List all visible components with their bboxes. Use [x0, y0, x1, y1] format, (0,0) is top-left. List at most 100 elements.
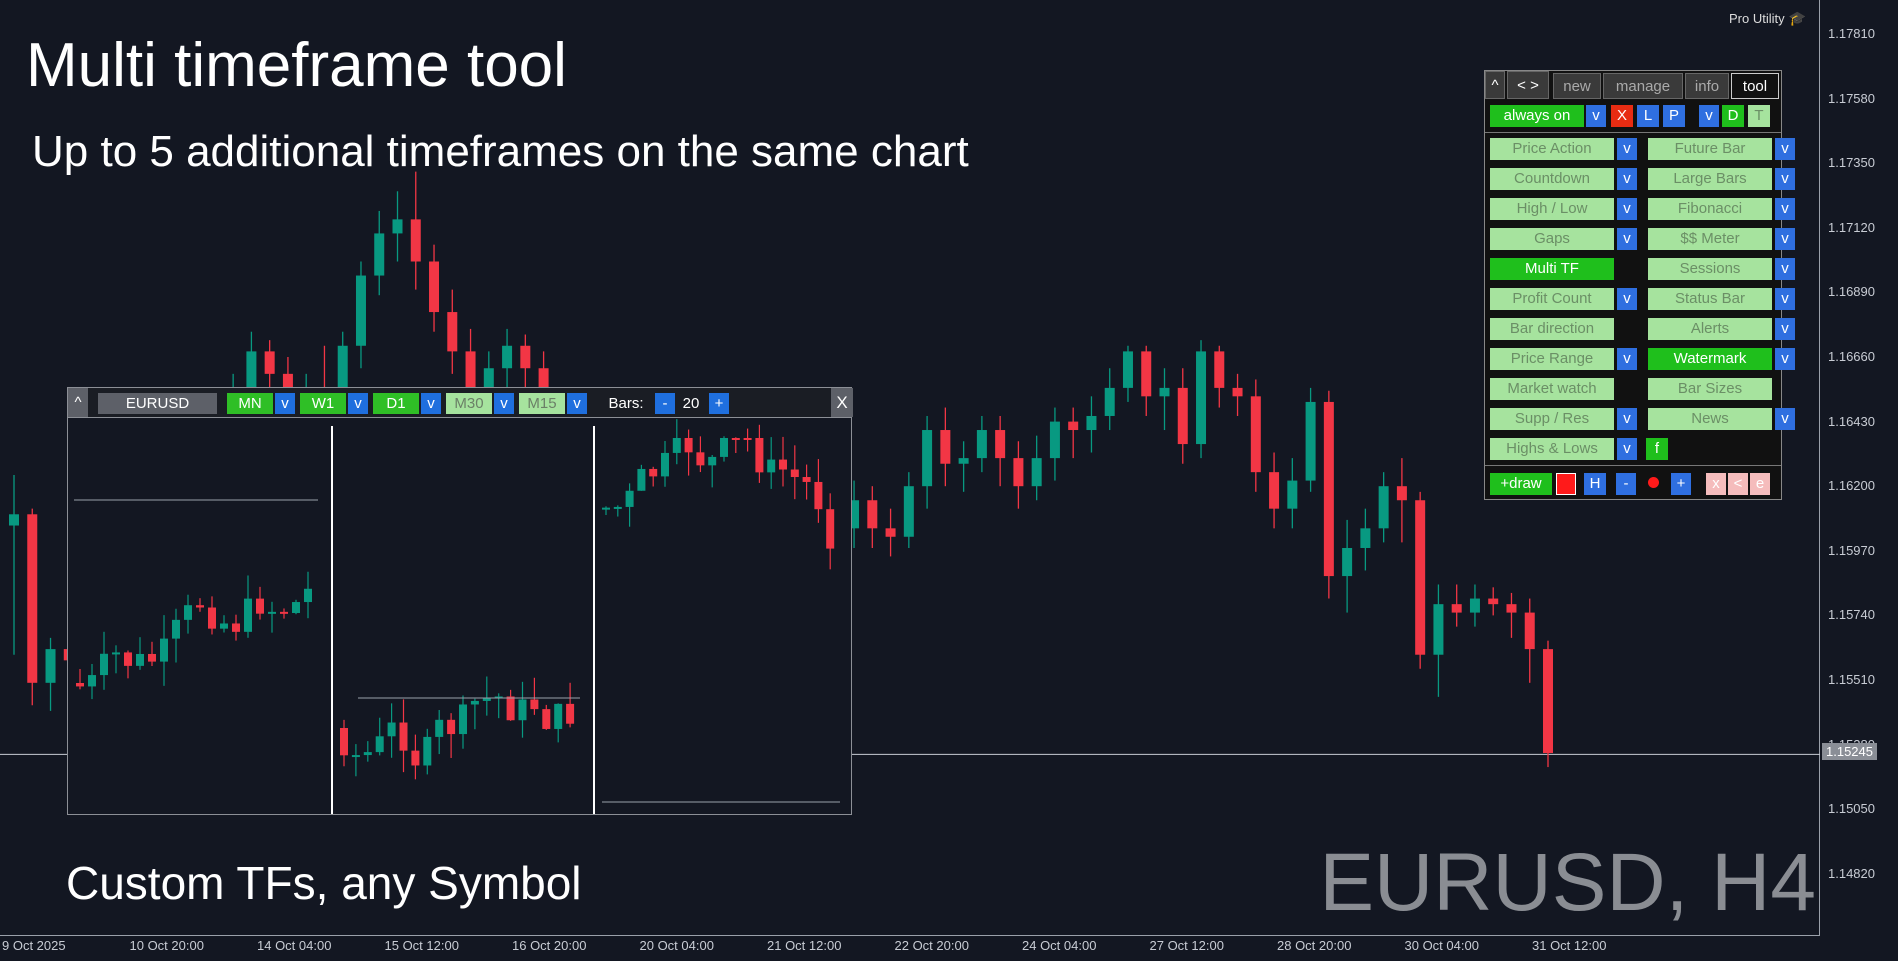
mtf-candle-body — [649, 468, 658, 477]
feature-dropdown[interactable]: v — [1775, 138, 1795, 160]
feature-button-supp-res[interactable]: Supp / Res — [1490, 408, 1614, 430]
mtf-close-button[interactable]: X — [831, 388, 853, 417]
p-button[interactable]: P — [1663, 105, 1685, 127]
panel-divider-bottom — [1485, 465, 1781, 466]
feature-button-price-action[interactable]: Price Action — [1490, 138, 1614, 160]
draw-back-button[interactable]: < — [1728, 473, 1748, 495]
overlay-caption: Custom TFs, any Symbol — [66, 857, 582, 909]
mtf-candle — [399, 699, 408, 773]
feature-button-gaps[interactable]: Gaps — [1490, 228, 1614, 250]
feature-button-price-range[interactable]: Price Range — [1490, 348, 1614, 370]
timeframe-button-m30[interactable]: M30 — [446, 393, 492, 414]
feature-dropdown[interactable]: v — [1775, 228, 1795, 250]
candle — [355, 261, 366, 369]
mtf-candle-body — [112, 652, 120, 655]
panel-tab-tool[interactable]: tool — [1731, 73, 1779, 99]
mtf-candle-body — [755, 438, 764, 473]
feature-dropdown[interactable]: v — [1775, 288, 1795, 310]
mtf-candle-body — [554, 703, 563, 729]
t-button[interactable]: T — [1748, 105, 1770, 127]
feature-button-watermark[interactable]: Watermark — [1648, 348, 1772, 370]
f-button[interactable]: f — [1646, 438, 1668, 460]
bars-increase-button[interactable]: + — [709, 393, 729, 414]
timeframe-dropdown-m30[interactable]: v — [494, 393, 514, 414]
tool-panel[interactable]: ^ < > new manage info tool always on v X L … — [1484, 70, 1795, 500]
bars-value[interactable]: 20 — [677, 393, 705, 414]
timeframe-button-mn[interactable]: MN — [227, 393, 273, 414]
mtf-candle — [375, 717, 384, 756]
panel-collapse-button[interactable]: ^ — [1485, 71, 1505, 99]
multi-tf-window[interactable]: ^ EURUSD MN v W1 v D1 v M30 v M15 v Bars: - 20 + … — [67, 387, 853, 815]
feature-button-future-bar[interactable]: Future Bar — [1648, 138, 1772, 160]
feature-button-multi-tf[interactable]: Multi TF — [1490, 258, 1614, 280]
mtf-candle-body — [411, 750, 420, 766]
feature-dropdown[interactable]: v — [1617, 408, 1637, 430]
mtf-candle — [411, 734, 420, 780]
add-draw-button[interactable]: +draw — [1490, 473, 1552, 495]
price-label: 1.17580 — [1828, 90, 1875, 106]
feature-button-news[interactable]: News — [1648, 408, 1772, 430]
feature-button-profit-count[interactable]: Profit Count — [1490, 288, 1614, 310]
feature-button-countdown[interactable]: Countdown — [1490, 168, 1614, 190]
feature-dropdown[interactable]: v — [1617, 168, 1637, 190]
timeframe-button-d1[interactable]: D1 — [373, 393, 419, 414]
feature-dropdown[interactable]: v — [1617, 288, 1637, 310]
feature-dropdown[interactable]: v — [1775, 198, 1795, 220]
feature-dropdown[interactable]: v — [1617, 348, 1637, 370]
feature-dropdown[interactable]: v — [1775, 348, 1795, 370]
l-button[interactable]: L — [1637, 105, 1659, 127]
panel-tab-info[interactable]: info — [1685, 73, 1729, 99]
candle-body — [1013, 458, 1024, 487]
feature-button-sessions[interactable]: Sessions — [1648, 258, 1772, 280]
draw-x-button[interactable]: x — [1706, 473, 1726, 495]
feature-dropdown[interactable]: v — [1775, 408, 1795, 430]
mtf-candle-body — [268, 611, 276, 614]
feature-button-meter[interactable]: $$ Meter — [1648, 228, 1772, 250]
feature-button-alerts[interactable]: Alerts — [1648, 318, 1772, 340]
timeframe-dropdown-w1[interactable]: v — [348, 393, 368, 414]
feature-button-fibonacci[interactable]: Fibonacci — [1648, 198, 1772, 220]
draw-color-swatch[interactable] — [1556, 473, 1576, 495]
candle-body — [45, 649, 56, 683]
draw-minus-button[interactable]: - — [1616, 473, 1636, 495]
panel-arrows-button[interactable]: < > — [1507, 71, 1549, 99]
feature-button-status-bar[interactable]: Status Bar — [1648, 288, 1772, 310]
mtf-symbol-field[interactable]: EURUSD — [98, 393, 217, 414]
feature-button-bar-sizes[interactable]: Bar Sizes — [1648, 378, 1772, 400]
feature-dropdown[interactable]: v — [1617, 438, 1637, 460]
timeframe-button-w1[interactable]: W1 — [300, 393, 346, 414]
feature-dropdown[interactable]: v — [1617, 228, 1637, 250]
bars-decrease-button[interactable]: - — [655, 393, 675, 414]
feature-button-large-bars[interactable]: Large Bars — [1648, 168, 1772, 190]
draw-e-button[interactable]: e — [1750, 473, 1770, 495]
h-button[interactable]: H — [1584, 473, 1606, 495]
feature-button-high-low[interactable]: High / Low — [1490, 198, 1614, 220]
mtf-collapse-button[interactable]: ^ — [68, 388, 88, 417]
candle-body — [867, 500, 878, 529]
panel-tab-new[interactable]: new — [1553, 73, 1601, 99]
feature-dropdown[interactable]: v — [1775, 168, 1795, 190]
timeframe-button-m15[interactable]: M15 — [519, 393, 565, 414]
candle-body — [995, 430, 1006, 459]
feature-button-bar-direction[interactable]: Bar direction — [1490, 318, 1614, 340]
feature-dropdown[interactable]: v — [1617, 138, 1637, 160]
feature-dropdown[interactable]: v — [1617, 198, 1637, 220]
feature-button-market-watch[interactable]: Market watch — [1490, 378, 1614, 400]
red-dot-icon[interactable] — [1643, 473, 1663, 495]
timeframe-dropdown-d1[interactable]: v — [421, 393, 441, 414]
d-dropdown[interactable]: v — [1699, 105, 1719, 127]
panel-tab-manage[interactable]: manage — [1603, 73, 1683, 99]
timeframe-dropdown-m15[interactable]: v — [567, 393, 587, 414]
draw-plus-button[interactable]: + — [1671, 473, 1691, 495]
feature-dropdown[interactable]: v — [1775, 318, 1795, 340]
feature-button-highs-lows[interactable]: Highs & Lows — [1490, 438, 1614, 460]
x-button[interactable]: X — [1611, 105, 1633, 127]
mtf-candle-body — [148, 653, 156, 662]
feature-dropdown[interactable]: v — [1775, 258, 1795, 280]
timeframe-dropdown-mn[interactable]: v — [275, 393, 295, 414]
candle — [885, 508, 896, 557]
always-on-button[interactable]: always on — [1490, 105, 1584, 127]
always-on-dropdown[interactable]: v — [1586, 105, 1606, 127]
d-button[interactable]: D — [1722, 105, 1744, 127]
overlay-title: Multi timeframe tool — [26, 31, 567, 100]
